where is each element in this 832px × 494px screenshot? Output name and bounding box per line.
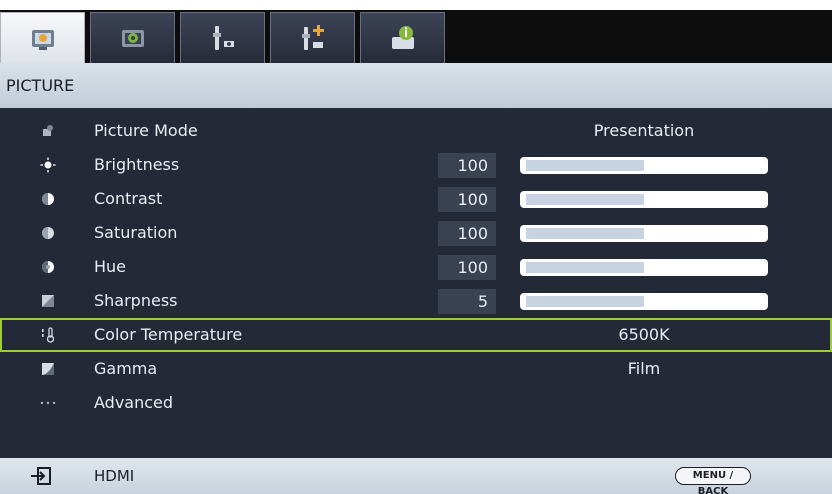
color-temperature-icon (38, 325, 58, 345)
sharpness-label: Sharpness (94, 291, 178, 310)
information-icon (391, 26, 414, 49)
menu-row-gamma[interactable]: Gamma Film (0, 352, 832, 386)
menu-row-color-temperature[interactable]: Color Temperature 6500K (0, 318, 832, 352)
brightness-value: 100 (438, 153, 496, 178)
input-source-label: HDMI (94, 467, 135, 485)
saturation-slider-fill (526, 228, 644, 239)
brightness-slider-fill (526, 160, 644, 171)
tab-advanced-setup[interactable] (270, 12, 355, 63)
contrast-label: Contrast (94, 189, 163, 208)
advanced-setup-icon (301, 25, 324, 50)
hue-value: 100 (438, 255, 496, 280)
brightness-slider[interactable] (520, 157, 768, 174)
hue-icon (38, 257, 58, 277)
picture-icon (31, 30, 54, 50)
tab-picture[interactable] (0, 12, 85, 63)
gamma-value: Film (627, 359, 661, 378)
hue-slider[interactable] (520, 259, 768, 276)
picture-menu: Picture Mode Presentation Brightness 100… (0, 108, 832, 458)
picture-mode-icon (38, 121, 58, 141)
hue-slider-fill (526, 262, 644, 273)
color-temperature-value: 6500K (618, 325, 670, 344)
picture-mode-label: Picture Mode (94, 121, 198, 140)
contrast-slider-fill (526, 194, 644, 205)
gamma-icon (38, 359, 58, 379)
menu-row-sharpness[interactable]: Sharpness 5 (0, 284, 832, 318)
menu-back-button[interactable]: MENU / BACK (675, 467, 751, 494)
menu-row-advanced[interactable]: Advanced (0, 386, 832, 420)
contrast-value: 100 (438, 187, 496, 212)
saturation-value: 100 (438, 221, 496, 246)
sharpness-slider[interactable] (520, 293, 768, 310)
tab-information[interactable] (360, 12, 445, 63)
brightness-label: Brightness (94, 155, 180, 174)
section-header: PICTURE (0, 63, 832, 108)
status-bar: HDMI MENU / BACK (0, 458, 832, 494)
brightness-icon (38, 155, 58, 175)
menu-row-saturation[interactable]: Saturation 100 (0, 216, 832, 250)
display-icon (121, 30, 144, 47)
input-source-icon (31, 467, 51, 485)
gamma-label: Gamma (94, 359, 158, 378)
contrast-icon (38, 189, 58, 209)
menu-row-hue[interactable]: Hue 100 (0, 250, 832, 284)
menu-row-picture-mode[interactable]: Picture Mode Presentation (0, 114, 832, 148)
menu-row-contrast[interactable]: Contrast 100 (0, 182, 832, 216)
advanced-label: Advanced (94, 393, 174, 412)
sharpness-value: 5 (438, 289, 496, 314)
hue-label: Hue (94, 257, 127, 276)
setup-icon (212, 26, 234, 50)
saturation-icon (38, 223, 58, 243)
picture-mode-value: Presentation (593, 121, 695, 140)
sharpness-slider-fill (526, 296, 644, 307)
saturation-slider[interactable] (520, 225, 768, 242)
tab-setup[interactable] (180, 12, 265, 63)
color-temperature-label: Color Temperature (94, 325, 243, 344)
sharpness-icon (38, 291, 58, 311)
contrast-slider[interactable] (520, 191, 768, 208)
more-icon (38, 393, 58, 413)
section-title: PICTURE (6, 76, 75, 95)
tab-bar (0, 0, 832, 63)
saturation-label: Saturation (94, 223, 178, 242)
tab-display[interactable] (90, 12, 175, 63)
menu-row-brightness[interactable]: Brightness 100 (0, 148, 832, 182)
